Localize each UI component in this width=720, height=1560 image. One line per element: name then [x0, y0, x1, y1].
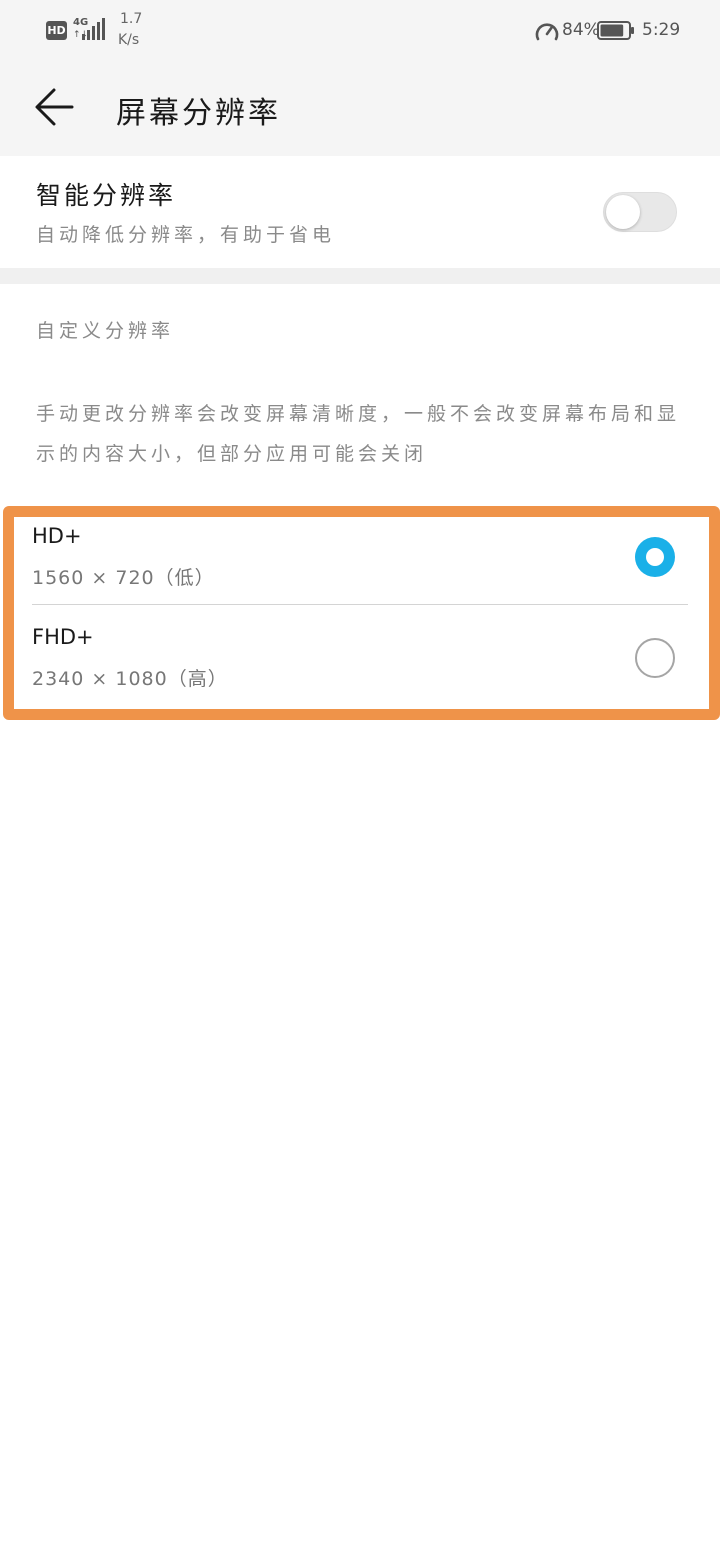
speed-icon — [535, 23, 559, 41]
smart-resolution-title: 智能分辨率 — [36, 181, 177, 210]
custom-resolution-label: 自定义分辨率 — [36, 320, 175, 342]
option-divider — [32, 604, 688, 605]
signal-icon — [82, 18, 108, 40]
option-name: HD+ — [32, 524, 82, 548]
battery-percent: 84% — [562, 20, 600, 40]
option-name: FHD+ — [32, 625, 94, 649]
smart-resolution-toggle[interactable] — [603, 192, 677, 232]
smart-resolution-row[interactable]: 智能分辨率 自动降低分辨率，有助于省电 — [0, 156, 720, 268]
resolution-option-hd[interactable]: HD+ 1560 × 720（低） — [14, 517, 709, 617]
app-header: 屏幕分辨率 — [0, 62, 720, 156]
radio-unselected-icon[interactable] — [635, 638, 675, 678]
arrow-left-icon[interactable] — [34, 86, 76, 128]
section-divider — [0, 268, 720, 284]
resolution-options-highlight: HD+ 1560 × 720（低） FHD+ 2340 × 1080（高） — [3, 506, 720, 720]
status-bar: HD 4G ↑↓ 1.7 K/s 84% 5:29 — [0, 0, 720, 62]
option-resolution: 1560 × 720（低） — [32, 567, 215, 589]
screen: HD 4G ↑↓ 1.7 K/s 84% 5:29 屏幕分辨率 智能分辨率 自动… — [0, 0, 720, 1560]
option-resolution: 2340 × 1080（高） — [32, 668, 228, 690]
resolution-option-fhd[interactable]: FHD+ 2340 × 1080（高） — [14, 617, 709, 717]
net-speed-value: 1.7 — [120, 11, 143, 27]
smart-resolution-description: 自动降低分辨率，有助于省电 — [36, 224, 336, 246]
page-title: 屏幕分辨率 — [116, 96, 281, 131]
radio-selected-icon[interactable] — [635, 537, 675, 577]
battery-icon — [597, 21, 634, 40]
toggle-knob — [606, 195, 640, 229]
custom-resolution-description: 手动更改分辨率会改变屏幕清晰度，一般不会改变屏幕布局和显示的内容大小，但部分应用… — [36, 403, 681, 465]
net-speed-unit: K/s — [118, 32, 140, 48]
hd-icon: HD — [46, 21, 67, 40]
clock: 5:29 — [642, 20, 681, 40]
